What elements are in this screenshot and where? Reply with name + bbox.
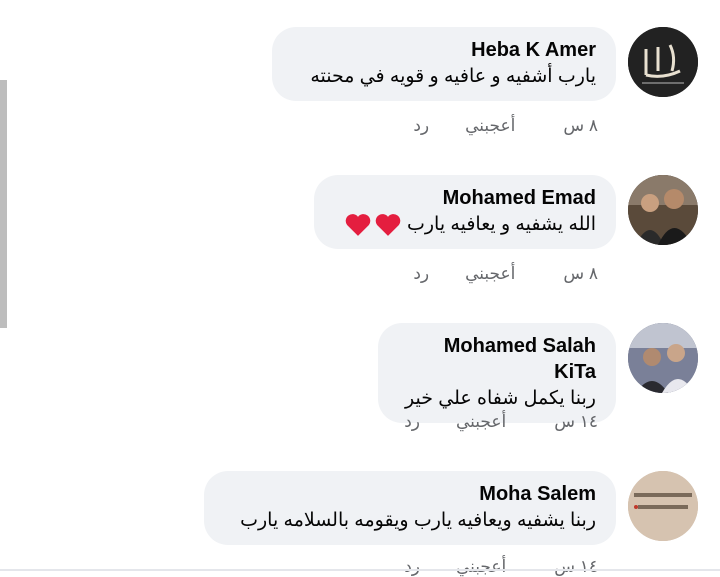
comment-actions: ١٤ س أعجبني رد	[404, 412, 598, 432]
comment-author[interactable]: Mohamed Emad	[336, 185, 596, 211]
comment-time[interactable]: ١٤ س	[554, 557, 598, 577]
comment-author[interactable]: Heba K Amer	[294, 37, 596, 63]
scrollbar[interactable]	[0, 80, 7, 328]
comment-actions: ١٤ س أعجبني رد	[404, 557, 598, 577]
calligraphy-avatar-icon	[628, 27, 698, 97]
comment-actions: ٨ س أعجبني رد	[413, 264, 598, 284]
reply-button[interactable]: رد	[413, 116, 429, 136]
comment-text: ربنا يشفيه ويعافيه يارب ويقومه بالسلامه …	[240, 510, 596, 531]
comment-time[interactable]: ٨ س	[563, 264, 598, 284]
avatar[interactable]	[628, 323, 698, 393]
comment-text: الله يشفيه و يعافيه يارب	[336, 211, 596, 239]
avatar[interactable]	[628, 471, 698, 541]
two-people-photo-avatar-icon	[628, 175, 698, 245]
comment-author[interactable]: Moha Salem	[226, 481, 596, 507]
comment-bubble: Moha Salem ربنا يشفيه ويعافيه يارب ويقوم…	[204, 471, 616, 545]
comment-time[interactable]: ١٤ س	[554, 412, 598, 432]
comment-actions: ٨ س أعجبني رد	[413, 116, 598, 136]
two-people-photo-avatar-icon	[628, 323, 698, 393]
comment-bubble: Heba K Amer يارب أشفيه و عافيه و قويه في…	[272, 27, 616, 101]
red-heart-icon	[345, 214, 370, 236]
comment-text: ربنا يكمل شفاه علي خير	[405, 388, 596, 409]
like-button[interactable]: أعجبني	[456, 557, 506, 577]
avatar[interactable]	[628, 175, 698, 245]
like-button[interactable]: أعجبني	[465, 264, 515, 284]
reply-button[interactable]: رد	[413, 264, 429, 284]
comment-time[interactable]: ٨ س	[563, 116, 598, 136]
like-button[interactable]: أعجبني	[465, 116, 515, 136]
comment-text: يارب أشفيه و عافيه و قويه في محنته	[310, 66, 596, 87]
comment-bubble: Mohamed Salah KiTa ربنا يكمل شفاه علي خي…	[378, 323, 616, 423]
reply-button[interactable]: رد	[404, 557, 420, 577]
like-button[interactable]: أعجبني	[456, 412, 506, 432]
text-card-avatar-icon	[628, 471, 698, 541]
comment-bubble: Mohamed Emad الله يشفيه و يعافيه يارب	[314, 175, 616, 249]
comment-author[interactable]: Mohamed Salah KiTa	[400, 333, 596, 385]
red-heart-icon	[375, 214, 400, 236]
reply-button[interactable]: رد	[404, 412, 420, 432]
avatar[interactable]	[628, 27, 698, 97]
comment-text-body: الله يشفيه و يعافيه يارب	[407, 214, 596, 235]
